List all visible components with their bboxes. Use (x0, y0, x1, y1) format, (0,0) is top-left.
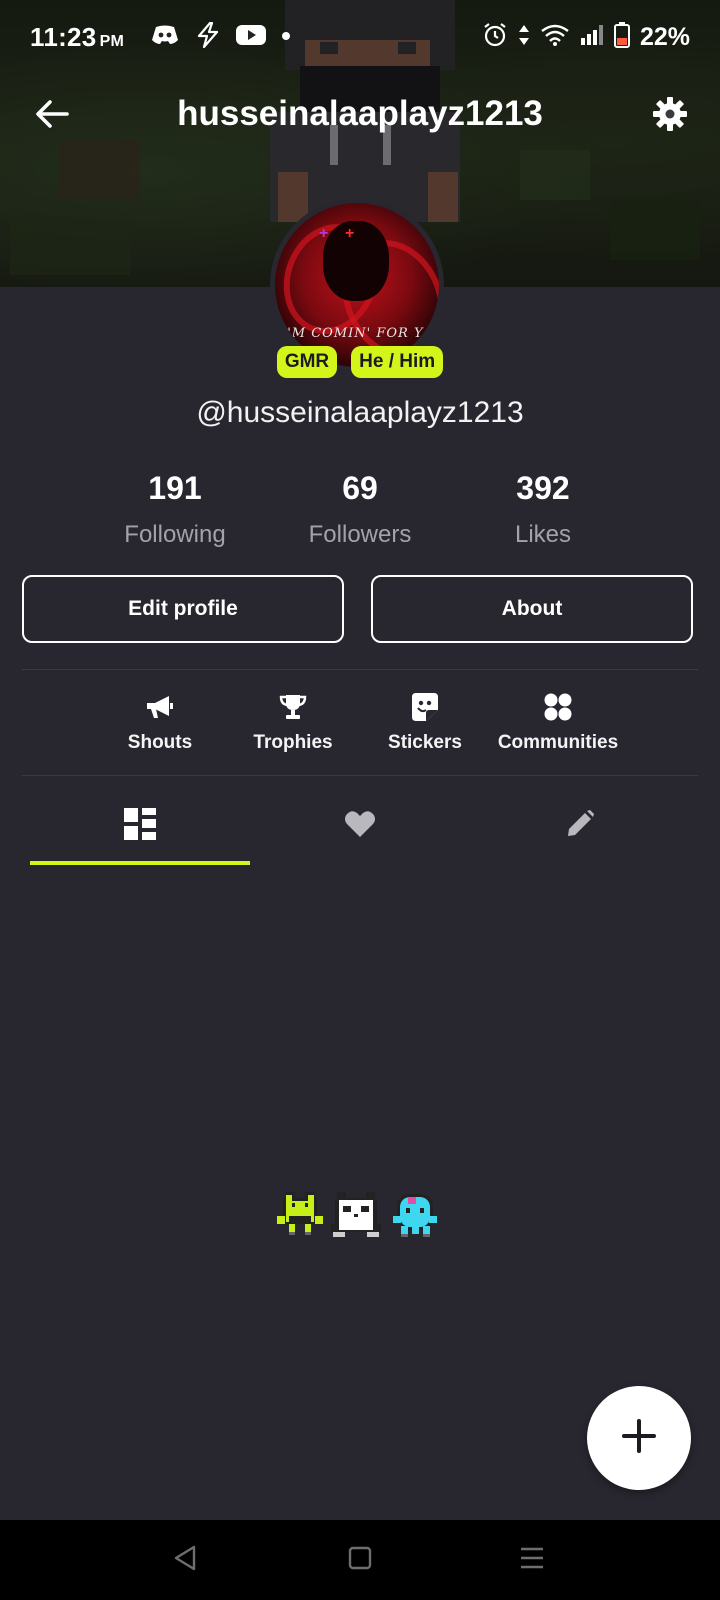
youtube-icon (236, 24, 266, 51)
discord-icon (150, 24, 180, 51)
signal-icon (580, 24, 604, 51)
quick-link-label: Stickers (388, 732, 462, 753)
status-time: 11:23 PM (30, 22, 125, 52)
grid-layout-icon (123, 807, 157, 846)
stat-followers[interactable]: 69 Followers (270, 470, 450, 549)
battery-percent: 22% (639, 23, 690, 51)
green-frog-pixel (277, 1192, 323, 1235)
stat-label: Following (124, 521, 226, 548)
triangle-back-icon (172, 1544, 198, 1577)
alarm-icon (482, 22, 508, 53)
stat-value: 392 (516, 470, 570, 506)
quick-link-stickers[interactable]: Stickers (360, 692, 490, 754)
status-bar: 11:23 PM 22% (0, 0, 720, 76)
plus-icon (621, 1418, 657, 1459)
system-nav-bar (0, 1520, 720, 1600)
nav-back-button[interactable] (165, 1542, 205, 1578)
cyan-ghost-pixel (393, 1194, 437, 1237)
badge-gmr: GMR (276, 346, 338, 378)
battery-low-icon (613, 22, 630, 53)
page-title: husseinalaaplayz1213 (177, 94, 543, 133)
divider (22, 775, 698, 776)
edit-profile-button[interactable]: Edit profile (22, 575, 344, 643)
communities-icon (543, 692, 573, 727)
avatar-caption: I'M COMIN' FOR YA (281, 326, 433, 341)
stats-row: 191 Following 69 Followers 392 Likes (0, 470, 720, 550)
quick-link-label: Shouts (127, 732, 193, 753)
stat-label: Followers (308, 521, 412, 548)
quick-link-communities[interactable]: Communities (493, 692, 623, 754)
settings-button[interactable] (648, 94, 692, 138)
menu-lines-icon (519, 1546, 545, 1575)
avatar-image: + + I'M COMIN' FOR YA (275, 203, 439, 367)
square-home-icon (348, 1546, 372, 1575)
tab-drafts[interactable] (470, 790, 690, 862)
nav-recents-button[interactable] (512, 1542, 552, 1578)
stat-label: Likes (514, 521, 572, 548)
notification-dot-icon (280, 29, 292, 47)
sticker-icon (411, 692, 439, 727)
divider (22, 669, 698, 670)
tab-posts[interactable] (30, 790, 250, 862)
trophy-icon (279, 693, 307, 726)
stat-likes[interactable]: 392 Likes (453, 470, 633, 549)
quick-link-shouts[interactable]: Shouts (95, 692, 225, 754)
lightning-app-icon (194, 21, 222, 53)
heart-icon (344, 810, 376, 843)
top-app-bar: husseinalaaplayz1213 (0, 80, 720, 152)
stat-following[interactable]: 191 Following (85, 470, 265, 549)
quick-link-trophies[interactable]: Trophies (228, 692, 358, 754)
panda-pixel (331, 1192, 381, 1237)
stat-value: 191 (148, 470, 202, 506)
create-post-button[interactable] (587, 1386, 691, 1490)
quick-link-label: Trophies (253, 732, 333, 753)
wifi-icon (540, 23, 570, 52)
quick-link-label: Communities (497, 732, 619, 753)
megaphone-icon (145, 694, 175, 725)
gear-icon (652, 96, 688, 137)
pencil-icon (565, 809, 595, 844)
user-handle: @husseinalaaplayz1213 (196, 396, 524, 429)
badge-row: GMR He / Him (0, 346, 720, 378)
badge-pronouns: He / Him (351, 346, 444, 378)
active-tab-indicator (30, 861, 250, 865)
tab-likes[interactable] (250, 790, 470, 862)
stat-value: 69 (342, 470, 378, 506)
nav-home-button[interactable] (340, 1542, 380, 1578)
empty-state-art (275, 1188, 445, 1242)
about-button[interactable]: About (371, 575, 693, 643)
data-arrows-icon (518, 23, 530, 52)
empty-state-pixel-art (277, 1192, 437, 1237)
